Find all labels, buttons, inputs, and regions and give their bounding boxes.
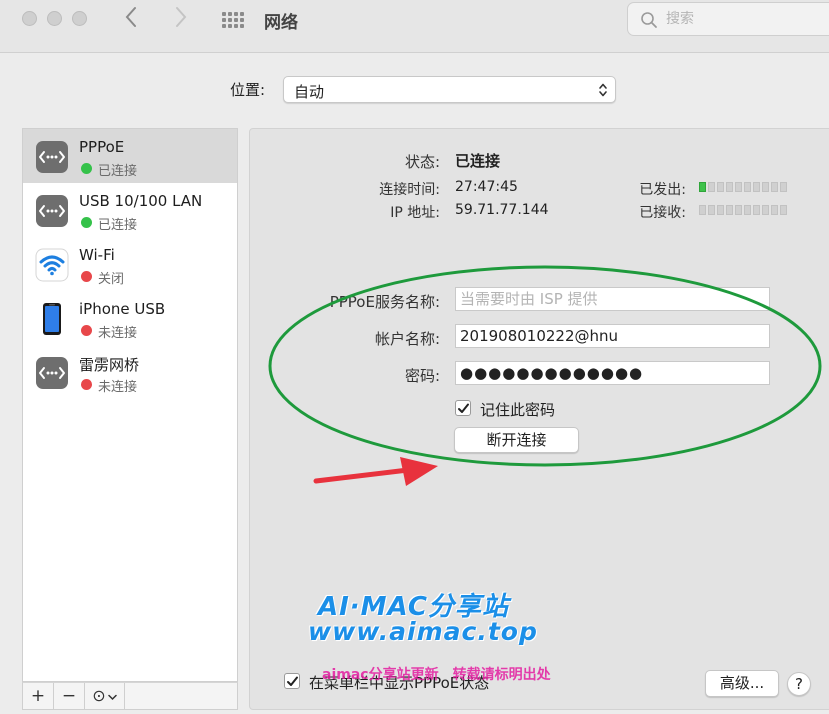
location-select[interactable]: 自动 — [283, 76, 616, 103]
service-name-input[interactable] — [455, 287, 770, 311]
service-status: 已连接 — [98, 164, 138, 179]
remember-password-checkbox[interactable] — [455, 400, 471, 416]
service-item-usb-lan[interactable]: USB 10/100 LAN 已连接 — [23, 183, 237, 237]
service-name: 雷雳网桥 — [79, 356, 140, 374]
watermark-notice: aimac分享站更新 转载请标明出处 — [322, 667, 551, 683]
service-status: 未连接 — [98, 380, 138, 395]
checkmark-icon — [458, 403, 469, 413]
received-activity-meter — [699, 205, 789, 215]
connection-arrows-icon — [36, 195, 68, 227]
zoom-window-button[interactable] — [72, 11, 87, 26]
add-service-button[interactable]: + — [23, 683, 54, 709]
search-input[interactable] — [666, 9, 816, 29]
location-value: 自动 — [294, 83, 325, 101]
checkmark-icon — [287, 676, 298, 686]
up-down-chevron-icon — [599, 83, 607, 97]
service-name: PPPoE — [79, 138, 125, 156]
show-menubar-status-checkbox[interactable] — [284, 673, 300, 689]
ip-address-value: 59.71.77.144 — [455, 202, 549, 218]
account-name-label: 帐户名称: — [374, 330, 440, 348]
search-box[interactable] — [627, 2, 829, 36]
search-icon — [641, 12, 657, 28]
status-dot-icon — [81, 379, 92, 390]
disconnect-button[interactable]: 断开连接 — [454, 427, 579, 453]
minimize-window-button[interactable] — [47, 11, 62, 26]
advanced-button[interactable]: 高级... — [705, 670, 779, 697]
sent-activity-meter — [699, 182, 789, 192]
connection-arrows-icon — [36, 357, 68, 389]
remember-password-label: 记住此密码 — [480, 401, 556, 419]
status-dot-icon — [81, 163, 92, 174]
show-all-grid-icon[interactable] — [222, 12, 244, 28]
iphone-icon — [43, 303, 61, 335]
chevron-left-icon — [125, 7, 136, 27]
sent-label: 已发出: — [639, 182, 686, 198]
service-list[interactable]: PPPoE 已连接 USB 10/100 LAN 已连接 Wi-Fi 关闭 iP… — [22, 128, 238, 682]
connection-arrows-icon — [36, 141, 68, 173]
password-label: 密码: — [404, 367, 440, 385]
service-name: iPhone USB — [79, 300, 166, 318]
service-status: 已连接 — [98, 218, 138, 233]
password-input[interactable] — [455, 361, 770, 385]
remove-service-button[interactable]: − — [54, 683, 85, 709]
service-item-iphone-usb[interactable]: iPhone USB 未连接 — [23, 291, 237, 345]
service-name: Wi-Fi — [79, 246, 115, 264]
window-title: 网络 — [264, 13, 298, 33]
close-window-button[interactable] — [22, 11, 37, 26]
back-button[interactable] — [124, 6, 138, 34]
chevron-right-icon — [176, 7, 187, 27]
service-name: USB 10/100 LAN — [79, 192, 203, 210]
chevron-down-icon — [107, 694, 117, 701]
account-name-input[interactable] — [455, 324, 770, 348]
received-label: 已接收: — [639, 205, 686, 221]
title-bar: 网络 — [0, 0, 829, 53]
status-value: 已连接 — [455, 152, 501, 170]
watermark-url: www.aimac.top — [308, 617, 538, 646]
status-dot-icon — [81, 325, 92, 336]
service-status: 未连接 — [98, 326, 138, 341]
wifi-icon — [35, 248, 69, 282]
service-item-thunderbolt-bridge[interactable]: 雷雳网桥 未连接 — [23, 345, 237, 399]
sidebar-footer: + − ⊙ — [22, 682, 238, 710]
help-button[interactable]: ? — [787, 672, 811, 696]
status-dot-icon — [81, 271, 92, 282]
service-name-label: PPPoE服务名称: — [329, 293, 440, 311]
connection-time-label: 连接时间: — [379, 182, 440, 198]
forward-button[interactable] — [174, 6, 188, 34]
action-menu-button[interactable]: ⊙ — [85, 683, 125, 709]
location-label: 位置: — [230, 81, 266, 99]
service-item-wifi[interactable]: Wi-Fi 关闭 — [23, 237, 237, 291]
connection-time-value: 27:47:45 — [455, 179, 518, 195]
service-item-pppoe[interactable]: PPPoE 已连接 — [23, 129, 237, 183]
service-status: 关闭 — [98, 272, 125, 287]
status-label: 状态: — [404, 153, 440, 171]
ip-address-label: IP 地址: — [390, 205, 440, 221]
status-dot-icon — [81, 217, 92, 228]
action-gear-icon: ⊙ — [92, 686, 106, 705]
